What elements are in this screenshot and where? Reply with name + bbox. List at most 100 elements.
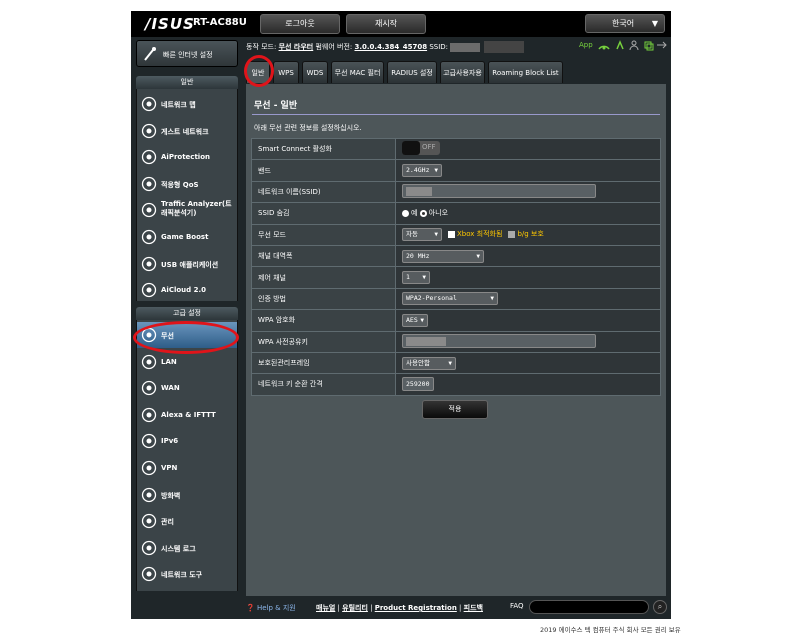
gear-icon [141, 514, 157, 529]
page-title: 무선 - 일반 [254, 101, 298, 111]
hide-ssid-yes-radio[interactable] [402, 209, 409, 217]
sidebar-item-label: USB 애플리케이션 [161, 260, 219, 269]
footer: ❓ Help & 지원 매뉴얼 | 유틸리티 | Product Registr… [246, 600, 671, 618]
sidebar-item-wan-globe[interactable]: WAN [137, 375, 237, 401]
pmf-value: 사용안함 [406, 358, 430, 367]
smart-connect-toggle[interactable]: OFF [402, 141, 440, 156]
globe-icon [141, 96, 157, 112]
sidebar-item-tools[interactable]: 네트워크 도구 [137, 561, 237, 587]
sidebar-item-firewall[interactable]: 방화벽 [137, 482, 237, 508]
xbox-checkbox[interactable] [448, 230, 455, 238]
status-icons [598, 40, 667, 51]
sidebar-item-log[interactable]: 시스템 로그 [137, 535, 237, 561]
speedometer-icon [141, 176, 157, 191]
channel-bandwidth-select[interactable]: 20 MHz ▼ [402, 249, 484, 263]
row-control-channel: 제어 채널 1 ▼ [251, 266, 661, 289]
key-rotation-input[interactable]: 259200 [402, 377, 434, 392]
sidebar-item-ipv6[interactable]: IPv6 [137, 428, 237, 454]
sidebar-item-gamepad[interactable]: Game Boost [137, 224, 237, 250]
feedback-link[interactable]: 피드백 [464, 604, 483, 612]
sidebar-item-globe[interactable]: 네트워크 맵 [137, 91, 237, 117]
chevron-down-icon: ▼ [420, 316, 424, 324]
tab-radius[interactable]: RADIUS 설정 [387, 61, 437, 83]
fw-value-link[interactable]: 3.0.0.4.384_45708 [354, 43, 427, 51]
hide-ssid-yes-label: 예 [411, 209, 418, 218]
ssid-label: SSID: [429, 43, 449, 51]
sidebar-item-label: Alexa & IFTTT [161, 410, 216, 419]
row-key-rotation: 네트워크 키 순환 간격 259200 [251, 373, 661, 396]
sidebar-item-label: AiCloud 2.0 [161, 286, 206, 295]
row-channel-bandwidth: 채널 대역폭 20 MHz ▼ [251, 244, 661, 268]
wan-globe-icon [141, 381, 157, 396]
wpa-encryption-select[interactable]: AES ▼ [402, 313, 428, 327]
manual-link[interactable]: 매뉴얼 [316, 604, 335, 612]
sidebar-item-label: VPN [161, 464, 178, 472]
hide-ssid-label: SSID 숨김 [251, 202, 396, 225]
search-icon[interactable]: ⌕ [653, 600, 667, 614]
language-select[interactable]: 한국어 ▼ [585, 14, 665, 33]
router-app: /ISUS RT-AC88U 로그아웃 재시작 한국어 ▼ 빠른 인터넷 설정 일… [131, 11, 671, 619]
gamepad-icon [141, 229, 157, 245]
chevron-down-icon: ▼ [651, 19, 658, 28]
firewall-icon [141, 487, 157, 502]
channel-bandwidth-value: 20 MHz [406, 251, 430, 260]
tab-professional[interactable]: 고급사용자용 [440, 61, 485, 83]
faq-search-input[interactable] [529, 600, 649, 614]
bg-protection-label: b/g 보호 [517, 230, 544, 239]
general-section-title: 일반 [136, 76, 238, 89]
internet-status-icon [598, 45, 610, 50]
row-pmf: 보호된관리프레임 사용안함 ▼ [251, 351, 661, 375]
sidebar-item-speedometer[interactable]: 적응형 QoS [137, 171, 237, 197]
wpa-key-label: WPA 사전공유키 [251, 330, 396, 353]
sidebar-item-shield[interactable]: AiProtection [137, 144, 237, 170]
wpa-key-redacted [406, 336, 446, 346]
help-label: Help & 지원 [256, 604, 296, 612]
control-channel-select[interactable]: 1 ▼ [402, 271, 430, 285]
wireless-mode-select[interactable]: 자동 ▼ [402, 228, 442, 242]
faq-label: FAQ [510, 602, 524, 610]
auth-method-label: 인증 방법 [251, 287, 396, 311]
highlight-circle-wireless-item [133, 321, 239, 354]
hide-ssid-no-radio[interactable] [419, 209, 427, 217]
row-wpa-encryption: WPA 암호화 AES ▼ [251, 309, 661, 332]
row-band: 밴드 2.4GHz ▼ [251, 159, 661, 182]
bg-protection-checkbox[interactable] [508, 230, 516, 238]
title-divider [252, 114, 660, 115]
control-channel-label: 제어 채널 [251, 266, 396, 289]
logout-button[interactable]: 로그아웃 [260, 14, 340, 34]
sidebar-item-gear[interactable]: 관리 [137, 508, 237, 534]
chevron-down-icon: ▼ [434, 167, 438, 175]
ssid-input[interactable] [402, 183, 596, 198]
ipv6-icon [141, 434, 157, 449]
chevron-down-icon: ▼ [422, 274, 426, 282]
tab-mac-filter[interactable]: 무선 MAC 필터 [331, 61, 384, 83]
app-link[interactable]: App [579, 41, 593, 49]
reboot-button[interactable]: 재시작 [346, 14, 426, 34]
band-select[interactable]: 2.4GHz ▼ [402, 164, 442, 178]
sidebar-item-alexa[interactable]: Alexa & IFTTT [137, 402, 237, 428]
sidebar-item-label: IPv6 [161, 437, 179, 446]
help-link[interactable]: ❓ Help & 지원 [246, 603, 296, 613]
tab-wds[interactable]: WDS [302, 61, 328, 83]
tab-roaming-block-list[interactable]: Roaming Block List [488, 61, 563, 83]
row-hide-ssid: SSID 숨김 예 아니오 [251, 202, 661, 225]
auth-method-select[interactable]: WPA2-Personal ▼ [402, 292, 498, 306]
sidebar-item-cloud[interactable]: AiCloud 2.0 [137, 277, 237, 303]
mode-value-link[interactable]: 무선 라우터 [279, 43, 314, 51]
sidebar-item-label: Traffic Analyzer(트래픽분석기) [161, 200, 232, 218]
tools-icon [141, 567, 157, 582]
apply-button[interactable]: 적용 [422, 400, 488, 419]
sidebar-item-chart[interactable]: Traffic Analyzer(트래픽분석기) [137, 197, 237, 223]
quick-setup-button[interactable]: 빠른 인터넷 설정 [136, 40, 238, 67]
tab-wps[interactable]: WPS [273, 61, 299, 83]
utility-link[interactable]: 유틸리티 [342, 604, 368, 612]
sidebar-item-guest-network[interactable]: 게스트 네트워크 [137, 118, 237, 144]
sidebar-item-vpn[interactable]: VPN [137, 455, 237, 481]
wifi-status-icon [616, 40, 624, 50]
row-smart-connect: Smart Connect 활성화 OFF [251, 137, 661, 161]
model-name: RT-AC88U [193, 17, 247, 28]
pmf-select[interactable]: 사용안함 ▼ [402, 356, 456, 370]
wpa-key-input[interactable] [402, 333, 596, 348]
product-registration-link[interactable]: Product Registration [375, 604, 457, 612]
sidebar-item-usb[interactable]: USB 애플리케이션 [137, 251, 237, 277]
